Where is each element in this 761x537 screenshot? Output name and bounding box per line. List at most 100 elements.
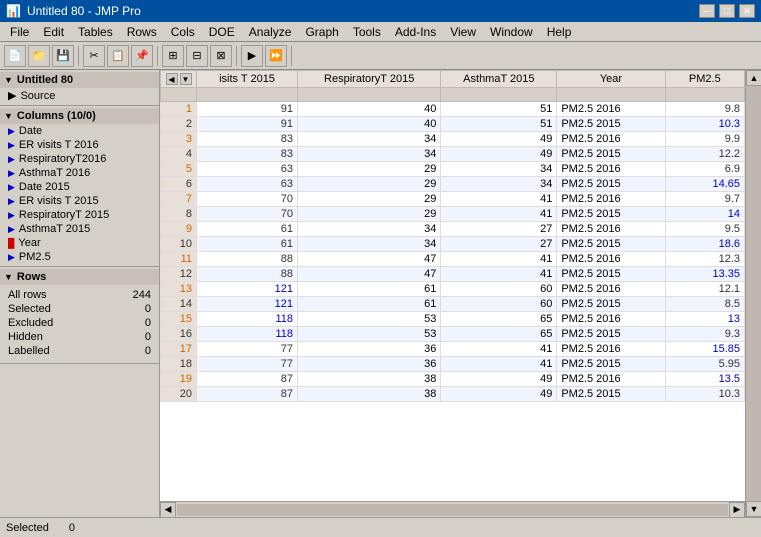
menu-analyze[interactable]: Analyze (243, 24, 298, 40)
scroll-right-btn[interactable]: ▶ (729, 502, 745, 518)
cell-resp-4: 34 (298, 147, 441, 162)
cell-er-2: 91 (197, 117, 298, 132)
col-date2015[interactable]: ▶ Date 2015 (0, 180, 159, 194)
cell-year-4: PM2.5 2015 (557, 147, 665, 162)
filter-left-btn[interactable]: ◀ (166, 73, 178, 85)
col-asthma2015[interactable]: ▶ AsthmaT 2015 (0, 222, 159, 236)
col-resp2016[interactable]: ▶ RespiratoryT2016 (0, 152, 159, 166)
col-resp2015[interactable]: ▶ RespiratoryT 2015 (0, 208, 159, 222)
row-num-13: 13 (161, 282, 197, 297)
cell-year-7: PM2.5 2016 (557, 192, 665, 207)
toolbar-table2[interactable]: ⊟ (186, 45, 208, 67)
scroll-track[interactable] (177, 504, 728, 516)
col-resp2015-icon: ▶ (8, 210, 15, 221)
col-header-year[interactable]: Year (557, 71, 665, 88)
toolbar-script[interactable]: ▶ (241, 45, 263, 67)
row-num-7: 7 (161, 192, 197, 207)
maximize-button[interactable]: □ (719, 4, 735, 18)
toolbar-sep2 (157, 46, 158, 66)
toolbar-table1[interactable]: ⊞ (162, 45, 184, 67)
v-scrollbar[interactable]: ▲ ▼ (745, 70, 761, 517)
panel-rows-header[interactable]: ▼ Rows (0, 269, 159, 285)
h-scrollbar[interactable]: ◀ ▶ (160, 501, 745, 517)
menu-tables[interactable]: Tables (72, 24, 119, 40)
col-er2015-label: ER visits T 2015 (19, 195, 99, 207)
toolbar-save[interactable]: 💾 (52, 45, 74, 67)
cell-resp-14: 61 (298, 297, 441, 312)
menu-rows[interactable]: Rows (121, 24, 163, 40)
cell-pm-2: 10.3 (665, 117, 744, 132)
col-er2016[interactable]: ▶ ER visits T 2016 (0, 138, 159, 152)
col-pm25-label: PM2.5 (19, 251, 51, 263)
close-button[interactable]: ✕ (739, 4, 755, 18)
col-header-asthma2015[interactable]: AsthmaT 2015 (441, 71, 557, 88)
col-header-resp2015[interactable]: RespiratoryT 2015 (298, 71, 441, 88)
columns-label: Columns (10/0) (17, 110, 96, 122)
scroll-left-btn[interactable]: ◀ (160, 502, 176, 518)
col-er2015[interactable]: ▶ ER visits T 2015 (0, 194, 159, 208)
data-scroll-area[interactable]: ◀ ▼ isits T 2015 RespiratoryT 2015 Asthm… (160, 70, 745, 501)
col-header-er2015[interactable]: isits T 2015 (197, 71, 298, 88)
row-num-10: 10 (161, 237, 197, 252)
allrows-label: All rows (6, 289, 106, 301)
col-date-label: Date (19, 125, 42, 137)
menu-window[interactable]: Window (484, 24, 539, 40)
cell-pm-18: 5.95 (665, 357, 744, 372)
scroll-up-btn[interactable]: ▲ (746, 70, 761, 86)
menu-graph[interactable]: Graph (299, 24, 344, 40)
toolbar-paste[interactable]: 📌 (131, 45, 153, 67)
cell-year-18: PM2.5 2015 (557, 357, 665, 372)
cell-resp-8: 29 (298, 207, 441, 222)
cell-year-5: PM2.5 2016 (557, 162, 665, 177)
col-year[interactable]: █ Year (0, 236, 159, 250)
panel-source-item[interactable]: ▶ Source (0, 88, 159, 103)
cell-asthma-2: 51 (441, 117, 557, 132)
menu-file[interactable]: File (4, 24, 35, 40)
toolbar-copy[interactable]: 📋 (107, 45, 129, 67)
filter-cell-5 (665, 88, 744, 102)
toolbar-open[interactable]: 📁 (28, 45, 50, 67)
menu-addins[interactable]: Add-Ins (389, 24, 442, 40)
cell-pm-15: 13 (665, 312, 744, 327)
table-row: 14 121 61 60 PM2.5 2015 8.5 (161, 297, 745, 312)
column-header-row: ◀ ▼ isits T 2015 RespiratoryT 2015 Asthm… (161, 71, 745, 88)
menu-view[interactable]: View (444, 24, 482, 40)
col-date[interactable]: ▶ Date (0, 124, 159, 138)
cell-er-12: 88 (197, 267, 298, 282)
minimize-button[interactable]: ─ (699, 4, 715, 18)
panel-columns-header[interactable]: ▼ Columns (10/0) (0, 108, 159, 124)
toolbar-run[interactable]: ⏩ (265, 45, 287, 67)
cell-year-14: PM2.5 2015 (557, 297, 665, 312)
menu-doe[interactable]: DOE (203, 24, 241, 40)
window-title: Untitled 80 - JMP Pro (27, 4, 141, 18)
cell-year-11: PM2.5 2016 (557, 252, 665, 267)
col-header-pm25[interactable]: PM2.5 (665, 71, 744, 88)
v-scroll-track[interactable] (746, 86, 761, 501)
menu-cols[interactable]: Cols (165, 24, 201, 40)
cell-er-10: 61 (197, 237, 298, 252)
col-asthma2016[interactable]: ▶ AsthmaT 2016 (0, 166, 159, 180)
filter-cell-4 (557, 88, 665, 102)
status-selected-label: Selected (6, 522, 49, 534)
panel-untitled-header[interactable]: ▼ Untitled 80 (0, 72, 159, 88)
toolbar-cut[interactable]: ✂ (83, 45, 105, 67)
filter-down-btn[interactable]: ▼ (180, 73, 192, 85)
col-resp2015-label: RespiratoryT 2015 (19, 209, 109, 221)
rows-stat-allrows: All rows 244 (6, 289, 153, 301)
col-asthma2015-icon: ▶ (8, 224, 15, 235)
table-body: 1 91 40 51 PM2.5 2016 9.8 2 91 40 51 PM2… (161, 102, 745, 402)
scroll-down-btn[interactable]: ▼ (746, 501, 761, 517)
table-row: 19 87 38 49 PM2.5 2016 13.5 (161, 372, 745, 387)
menu-tools[interactable]: Tools (347, 24, 387, 40)
toolbar-table3[interactable]: ⊠ (210, 45, 232, 67)
col-pm25[interactable]: ▶ PM2.5 (0, 250, 159, 264)
cell-resp-7: 29 (298, 192, 441, 207)
menu-bar: File Edit Tables Rows Cols DOE Analyze G… (0, 22, 761, 42)
toolbar-new[interactable]: 📄 (4, 45, 26, 67)
row-num-4: 4 (161, 147, 197, 162)
menu-help[interactable]: Help (541, 24, 578, 40)
col-pm25-icon: ▶ (8, 252, 15, 263)
rows-arrow-icon: ▼ (4, 272, 13, 282)
menu-edit[interactable]: Edit (37, 24, 70, 40)
col-er2016-label: ER visits T 2016 (19, 139, 99, 151)
